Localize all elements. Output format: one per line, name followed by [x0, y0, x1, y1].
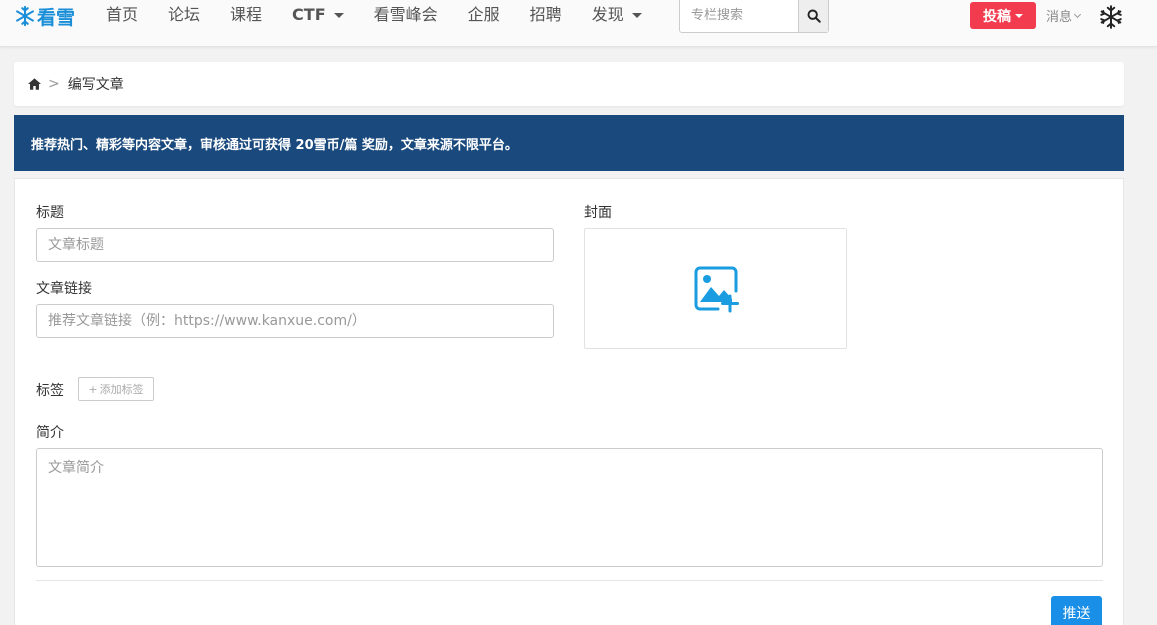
nav-label: 企服	[467, 5, 500, 24]
summary-textarea[interactable]	[36, 448, 1103, 567]
top-navbar: 看雪 首页 论坛 课程 CTF 看雪峰会 企服 招聘 发现 投稿 消息	[0, 0, 1157, 47]
nav-item-ctf[interactable]: CTF	[292, 4, 344, 26]
cover-label: 封面	[584, 205, 612, 221]
search-icon	[807, 9, 821, 23]
title-input[interactable]	[36, 228, 554, 262]
add-tag-label: 添加标签	[99, 383, 144, 396]
caret-down-icon	[1015, 13, 1023, 18]
breadcrumb: > 编写文章	[14, 62, 1124, 106]
search-input[interactable]	[680, 0, 798, 32]
nav-label: 论坛	[168, 5, 201, 24]
summary-label: 简介	[36, 425, 64, 441]
nav-label: 课程	[230, 5, 263, 24]
submit-label: 投稿	[983, 8, 1011, 25]
push-label: 推送	[1062, 606, 1091, 622]
search-button[interactable]	[798, 0, 828, 32]
caret-down-icon	[631, 12, 642, 18]
nav-item-discover[interactable]: 发现	[592, 4, 642, 26]
link-label: 文章链接	[36, 281, 92, 297]
article-form: 标题 文章链接 封面 标签 + 添加标签 简介 推送	[14, 178, 1124, 625]
cover-upload[interactable]	[584, 228, 847, 349]
nav-item-jobs[interactable]: 招聘	[530, 4, 562, 26]
reward-notice-banner: 推荐热门、精彩等内容文章，审核通过可获得 20雪币/篇 奖励，文章来源不限平台。	[14, 115, 1124, 171]
nav-item-courses[interactable]: 课程	[230, 4, 262, 26]
tags-label: 标签	[36, 383, 64, 399]
breadcrumb-separator: >	[48, 76, 60, 92]
column-search	[679, 0, 829, 33]
add-image-icon	[694, 266, 739, 312]
link-input[interactable]	[36, 304, 554, 338]
plus-icon: +	[88, 382, 98, 396]
logo-text: 看雪	[37, 6, 76, 29]
nav-item-forum[interactable]: 论坛	[168, 4, 200, 26]
nav-label: 看雪峰会	[373, 5, 438, 24]
nav-label: 招聘	[529, 5, 562, 24]
nav-label: CTF	[292, 5, 326, 24]
user-avatar-icon[interactable]	[1098, 4, 1124, 30]
add-tag-button[interactable]: + 添加标签	[78, 377, 154, 401]
push-button[interactable]: 推送	[1051, 596, 1102, 625]
home-icon[interactable]	[28, 78, 41, 90]
messages-menu[interactable]: 消息	[1046, 6, 1082, 25]
messages-label: 消息	[1046, 10, 1073, 25]
title-label: 标题	[36, 205, 64, 221]
chevron-down-icon	[1073, 10, 1082, 18]
snowflake-logo-icon	[16, 5, 34, 27]
nav-item-home[interactable]: 首页	[106, 4, 138, 26]
nav-item-summit[interactable]: 看雪峰会	[374, 4, 438, 26]
main-nav: 首页 论坛 课程 CTF 看雪峰会 企服 招聘 发现	[106, 4, 672, 26]
submit-article-button[interactable]: 投稿	[970, 2, 1036, 29]
site-logo[interactable]: 看雪	[14, 3, 75, 29]
nav-label: 发现	[591, 5, 624, 24]
nav-label: 首页	[106, 5, 139, 24]
breadcrumb-current: 编写文章	[67, 77, 124, 93]
form-divider	[36, 580, 1103, 581]
notice-text: 推荐热门、精彩等内容文章，审核通过可获得 20雪币/篇 奖励，文章来源不限平台。	[31, 137, 518, 153]
nav-item-enterprise[interactable]: 企服	[468, 4, 500, 26]
caret-down-icon	[333, 12, 344, 18]
